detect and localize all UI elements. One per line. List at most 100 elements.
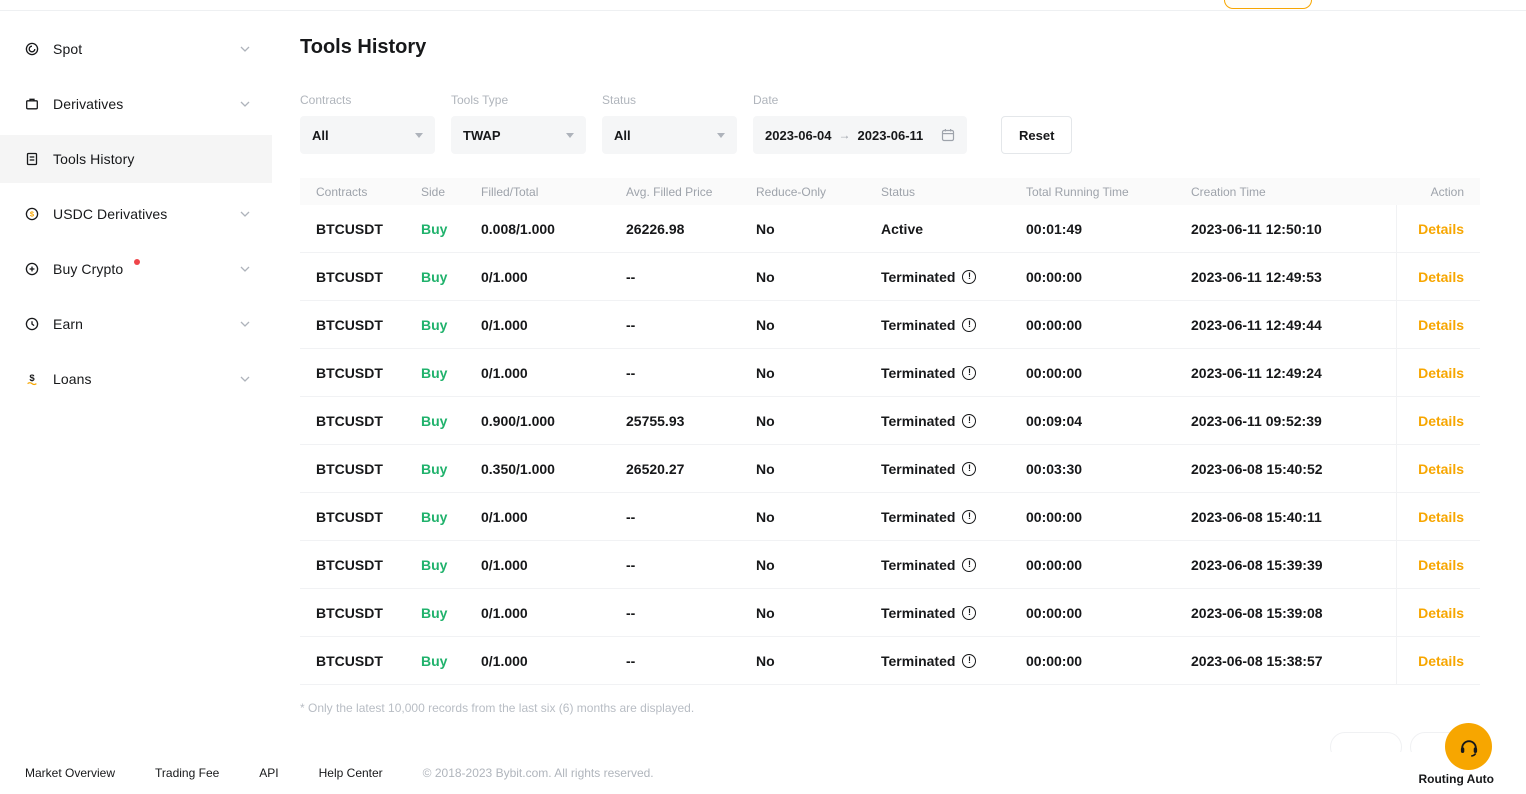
contracts-filter-dropdown[interactable]: All [300,116,435,154]
details-link[interactable]: Details [1396,205,1464,252]
details-link[interactable]: Details [1396,493,1464,540]
chevron-down-icon [240,101,250,107]
top-partial-button[interactable] [1224,0,1312,9]
table-row: BTCUSDT Buy 0.900/1.000 25755.93 No Term… [300,397,1480,445]
cell-side: Buy [421,365,481,381]
cell-total-running-time: 00:00:00 [1026,317,1191,333]
cell-total-running-time: 00:00:00 [1026,557,1191,573]
details-link[interactable]: Details [1396,349,1464,396]
dropdown-caret-icon [566,133,574,138]
cell-avg-filled-price: 26226.98 [626,221,756,237]
cell-avg-filled-price: -- [626,605,756,621]
details-link[interactable]: Details [1396,397,1464,444]
cell-status: Terminated ! [881,461,1026,477]
status-text: Terminated [881,509,955,525]
sidebar-item-label: USDC Derivatives [53,206,167,222]
date-range-arrow-icon: → [839,128,851,142]
table-row: BTCUSDT Buy 0/1.000 -- No Terminated ! 0… [300,637,1480,685]
footer-link-trading-fee[interactable]: Trading Fee [155,766,219,780]
info-icon[interactable]: ! [962,606,976,620]
buy-crypto-icon [24,261,40,277]
status-filter-dropdown[interactable]: All [602,116,737,154]
cell-side: Buy [421,317,481,333]
column-header-status: Status [881,185,1026,199]
info-icon[interactable]: ! [962,366,976,380]
table-row: BTCUSDT Buy 0/1.000 -- No Terminated ! 0… [300,349,1480,397]
cell-avg-filled-price: 26520.27 [626,461,756,477]
info-icon[interactable]: ! [962,414,976,428]
details-link[interactable]: Details [1396,301,1464,348]
notification-dot [134,259,140,265]
headset-icon [1457,735,1481,759]
sidebar-item-label: Tools History [53,151,134,167]
cell-side: Buy [421,461,481,477]
sidebar-item-earn[interactable]: Earn [0,300,272,348]
sidebar-item-tools-history[interactable]: Tools History [0,135,272,183]
cell-creation-time: 2023-06-08 15:38:57 [1191,653,1396,669]
info-icon[interactable]: ! [962,270,976,284]
cell-creation-time: 2023-06-11 12:50:10 [1191,221,1396,237]
details-link[interactable]: Details [1396,637,1464,684]
cell-total-running-time: 00:00:00 [1026,365,1191,381]
info-icon[interactable]: ! [962,654,976,668]
details-link[interactable]: Details [1396,253,1464,300]
status-filter-value: All [614,128,631,143]
info-icon[interactable]: ! [962,318,976,332]
sidebar-item-usdc-derivatives[interactable]: $ USDC Derivatives [0,190,272,238]
chevron-down-icon [240,46,250,52]
details-link[interactable]: Details [1396,589,1464,636]
cell-side: Buy [421,653,481,669]
cell-creation-time: 2023-06-11 09:52:39 [1191,413,1396,429]
loans-icon: $ [24,371,40,387]
date-range-picker[interactable]: 2023-06-04 → 2023-06-11 [753,116,967,154]
sidebar-item-derivatives[interactable]: Derivatives [0,80,272,128]
cell-filled-total: 0/1.000 [481,557,626,573]
status-text: Terminated [881,461,955,477]
cell-side: Buy [421,221,481,237]
footer-link-api[interactable]: API [259,766,278,780]
status-text: Terminated [881,413,955,429]
info-icon[interactable]: ! [962,558,976,572]
sidebar-item-loans[interactable]: $ Loans [0,355,272,403]
column-header-avg-filled-price: Avg. Filled Price [626,185,756,199]
contracts-filter-value: All [312,128,329,143]
cell-status: Terminated ! [881,365,1026,381]
sidebar-item-buy-crypto[interactable]: Buy Crypto [0,245,272,293]
tools-type-filter-dropdown[interactable]: TWAP [451,116,586,154]
column-header-total-running-time: Total Running Time [1026,185,1191,199]
info-icon[interactable]: ! [962,462,976,476]
cell-contracts: BTCUSDT [316,461,421,477]
cell-reduce-only: No [756,269,881,285]
details-link[interactable]: Details [1396,541,1464,588]
cell-reduce-only: No [756,221,881,237]
reset-button[interactable]: Reset [1001,116,1072,154]
column-header-contracts: Contracts [316,185,421,199]
earn-icon [24,316,40,332]
table-row: BTCUSDT Buy 0/1.000 -- No Terminated ! 0… [300,541,1480,589]
footer-link-help-center[interactable]: Help Center [319,766,383,780]
cell-reduce-only: No [756,509,881,525]
cell-contracts: BTCUSDT [316,557,421,573]
cell-status: Terminated ! [881,317,1026,333]
table-row: BTCUSDT Buy 0.008/1.000 26226.98 No Acti… [300,205,1480,253]
calendar-icon [941,128,955,142]
cell-status: Terminated ! [881,557,1026,573]
cell-avg-filled-price: -- [626,365,756,381]
sidebar-item-label: Buy Crypto [53,261,123,277]
info-icon[interactable]: ! [962,510,976,524]
cell-contracts: BTCUSDT [316,509,421,525]
cell-status: Terminated ! [881,653,1026,669]
cell-contracts: BTCUSDT [316,269,421,285]
support-chat-button[interactable] [1445,723,1492,770]
cell-side: Buy [421,557,481,573]
usdc-derivatives-icon: $ [24,206,40,222]
details-link[interactable]: Details [1396,445,1464,492]
cell-filled-total: 0/1.000 [481,653,626,669]
footer-link-market-overview[interactable]: Market Overview [25,766,115,780]
cell-creation-time: 2023-06-11 12:49:24 [1191,365,1396,381]
sidebar-item-spot[interactable]: Spot [0,25,272,73]
cell-filled-total: 0/1.000 [481,317,626,333]
copyright-text: © 2018-2023 Bybit.com. All rights reserv… [423,766,654,780]
cell-avg-filled-price: -- [626,509,756,525]
cell-reduce-only: No [756,461,881,477]
